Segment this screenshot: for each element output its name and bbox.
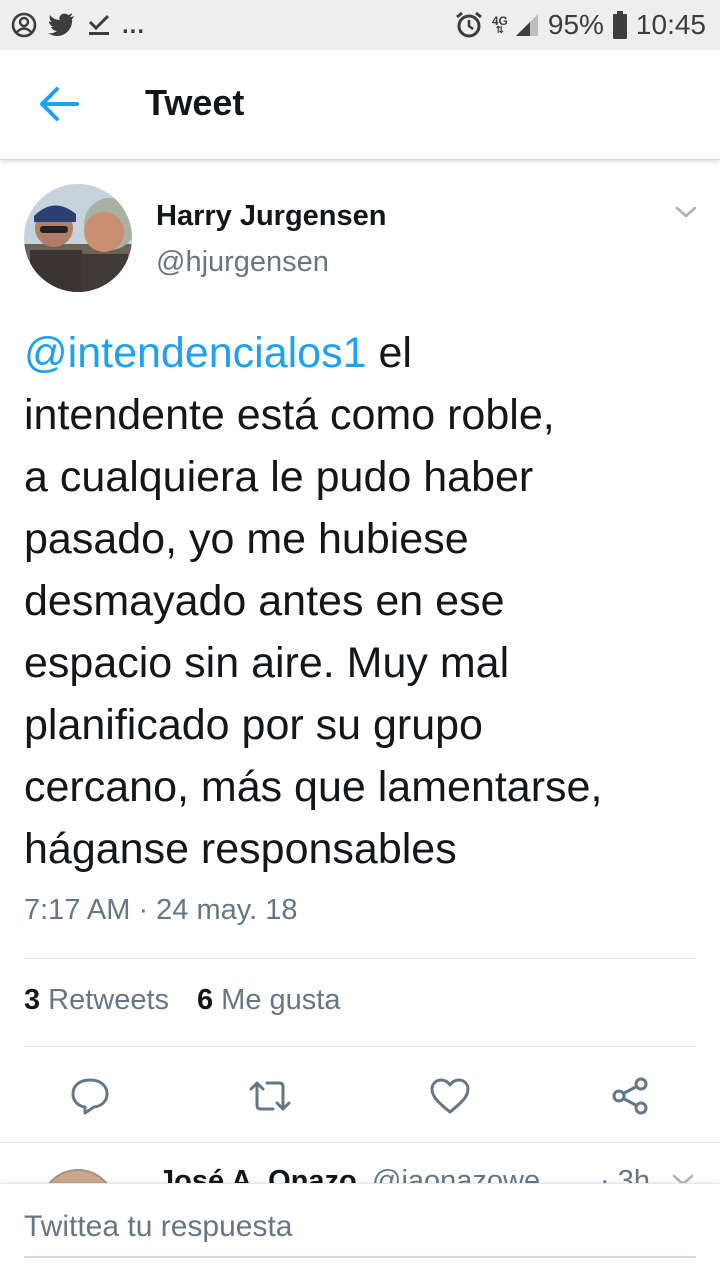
twitter-bird-icon <box>48 12 76 38</box>
reply-button[interactable] <box>66 1074 114 1122</box>
reply-author-handle: @jaonazowe... <box>372 1165 565 1183</box>
download-done-icon <box>86 12 112 38</box>
share-button[interactable] <box>606 1074 654 1122</box>
chevron-down-icon <box>675 205 697 224</box>
status-left-icons: ... <box>10 8 145 42</box>
tweet-menu-button[interactable] <box>672 200 700 228</box>
reply-composer <box>0 1183 720 1280</box>
likes-count: 6 <box>197 984 214 1016</box>
tweet-text-line: @intendencialos1 el <box>24 329 412 377</box>
likes-stat[interactable]: 6 Me gusta <box>197 984 340 1017</box>
tweet-text-line: pasado, yo me hubiese <box>24 515 469 563</box>
like-button[interactable] <box>426 1074 474 1122</box>
retweet-icon <box>247 1078 293 1119</box>
like-heart-icon <box>429 1077 471 1120</box>
reply-input[interactable] <box>24 1200 696 1254</box>
tweet-text-line: cercano, más que lamentarse, <box>24 763 603 811</box>
retweets-stat[interactable]: 3 Retweets <box>24 984 169 1017</box>
tweet-text-line: desmayado antes en ese <box>24 577 505 625</box>
page-title: Tweet <box>145 82 245 123</box>
tweet-actions <box>0 1066 720 1130</box>
likes-label: Me gusta <box>221 984 341 1016</box>
divider <box>24 1046 696 1047</box>
status-right-icons: 4G ⇅ 95% 10:45 <box>454 8 706 42</box>
mention-link[interactable]: @intendencialos1 <box>24 329 367 377</box>
signal-strength-icon <box>514 12 540 38</box>
reply-icon <box>69 1076 111 1121</box>
reply-time: · 3h <box>600 1165 650 1183</box>
chevron-down-icon[interactable] <box>672 1173 700 1183</box>
reply-list-item[interactable]: José A. Onazo @jaonazowe... · 3h <box>0 1143 720 1183</box>
more-notifications-indicator: ... <box>122 12 146 39</box>
reply-avatar[interactable] <box>40 1169 116 1183</box>
tweet-text-line: háganse responsables <box>24 825 457 873</box>
tweet-text-line: planificado por su grupo <box>24 701 483 749</box>
input-underline <box>24 1256 696 1258</box>
retweet-button[interactable] <box>246 1074 294 1122</box>
account-circle-icon <box>10 11 38 39</box>
network-type-label: 4G ⇅ <box>491 14 508 36</box>
alarm-icon <box>454 10 484 40</box>
author-handle[interactable]: @hjurgensen <box>156 246 329 279</box>
share-icon <box>610 1076 650 1121</box>
back-button[interactable] <box>34 84 84 128</box>
app-bar: Tweet <box>0 50 720 160</box>
reply-author-name: José A. Onazo <box>158 1165 357 1183</box>
retweets-count: 3 <box>24 984 41 1016</box>
battery-percent: 95% <box>547 9 604 40</box>
tweet-text-line: a cualquiera le pudo haber <box>24 453 534 501</box>
status-bar: ... 4G ⇅ 95% 10:45 <box>0 0 720 50</box>
divider <box>24 958 696 959</box>
battery-icon <box>612 11 628 39</box>
tweet-stats: 3 Retweets 6 Me gusta <box>24 984 340 1017</box>
arrow-left-icon <box>37 86 81 127</box>
author-avatar[interactable] <box>24 184 132 292</box>
retweets-label: Retweets <box>48 984 170 1016</box>
tweet-text-line: intendente está como roble, <box>24 391 555 439</box>
clock-time: 10:45 <box>635 9 706 40</box>
tweet-timestamp: 7:17 AM · 24 may. 18 <box>24 894 298 926</box>
tweet-text: @intendencialos1 el intendente está como… <box>24 322 704 880</box>
author-name[interactable]: Harry Jurgensen <box>156 200 387 233</box>
tweet-text-line: espacio sin aire. Muy mal <box>24 639 510 687</box>
